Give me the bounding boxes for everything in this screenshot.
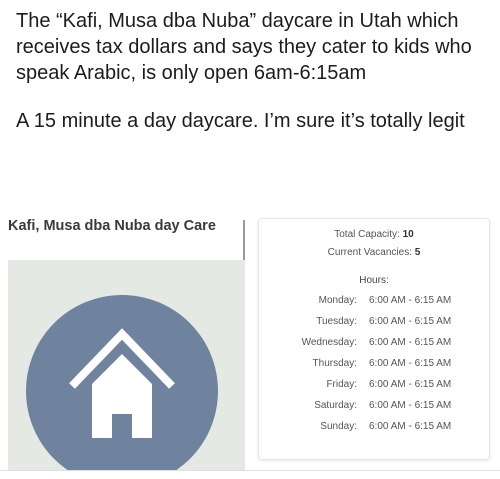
day-label: Tuesday: (316, 316, 357, 327)
current-vacancies: Current Vacancies: 5 (259, 247, 489, 258)
vacancies-label: Current Vacancies: (327, 247, 412, 258)
day-label: Friday: (326, 379, 357, 390)
time-value: 6:00 AM - 6:15 AM (369, 421, 452, 432)
time-value: 6:00 AM - 6:15 AM (369, 337, 452, 348)
provider-image (8, 260, 245, 470)
time-value: 6:00 AM - 6:15 AM (369, 400, 452, 411)
hours-table: Monday: 6:00 AM - 6:15 AM Tuesday: 6:00 … (259, 295, 489, 442)
hours-row-wednesday: Wednesday: 6:00 AM - 6:15 AM (259, 337, 489, 358)
time-value: 6:00 AM - 6:15 AM (369, 379, 452, 390)
day-label: Sunday: (320, 421, 357, 432)
details-card: Total Capacity: 10 Current Vacancies: 5 … (258, 218, 490, 460)
day-label: Monday: (318, 295, 357, 306)
total-capacity: Total Capacity: 10 (259, 229, 489, 240)
post-text: The “Kafi, Musa dba Nuba” daycare in Uta… (16, 8, 492, 134)
hours-row-saturday: Saturday: 6:00 AM - 6:15 AM (259, 400, 489, 421)
hours-row-thursday: Thursday: 6:00 AM - 6:15 AM (259, 358, 489, 379)
bottom-divider (0, 470, 500, 471)
hours-row-tuesday: Tuesday: 6:00 AM - 6:15 AM (259, 316, 489, 337)
capacity-label: Total Capacity: (334, 229, 400, 240)
time-value: 6:00 AM - 6:15 AM (369, 316, 452, 327)
day-label: Wednesday: (301, 337, 357, 348)
day-label: Saturday: (314, 400, 357, 411)
provider-name: Kafi, Musa dba Nuba day Care (8, 218, 216, 234)
time-value: 6:00 AM - 6:15 AM (369, 358, 452, 369)
vacancies-value: 5 (414, 247, 421, 258)
hours-row-sunday: Sunday: 6:00 AM - 6:15 AM (259, 421, 489, 442)
house-icon (26, 295, 218, 470)
capacity-value: 10 (402, 229, 414, 240)
hours-title: Hours: (359, 275, 389, 286)
listing-screenshot: Kafi, Musa dba Nuba day Care Total Capac… (0, 216, 500, 479)
hours-row-monday: Monday: 6:00 AM - 6:15 AM (259, 295, 489, 316)
post-paragraph-1: The “Kafi, Musa dba Nuba” daycare in Uta… (16, 10, 472, 84)
time-value: 6:00 AM - 6:15 AM (369, 295, 452, 306)
day-label: Thursday: (312, 358, 357, 369)
hours-row-friday: Friday: 6:00 AM - 6:15 AM (259, 379, 489, 400)
post-paragraph-2: A 15 minute a day daycare. I’m sure it’s… (16, 110, 465, 132)
